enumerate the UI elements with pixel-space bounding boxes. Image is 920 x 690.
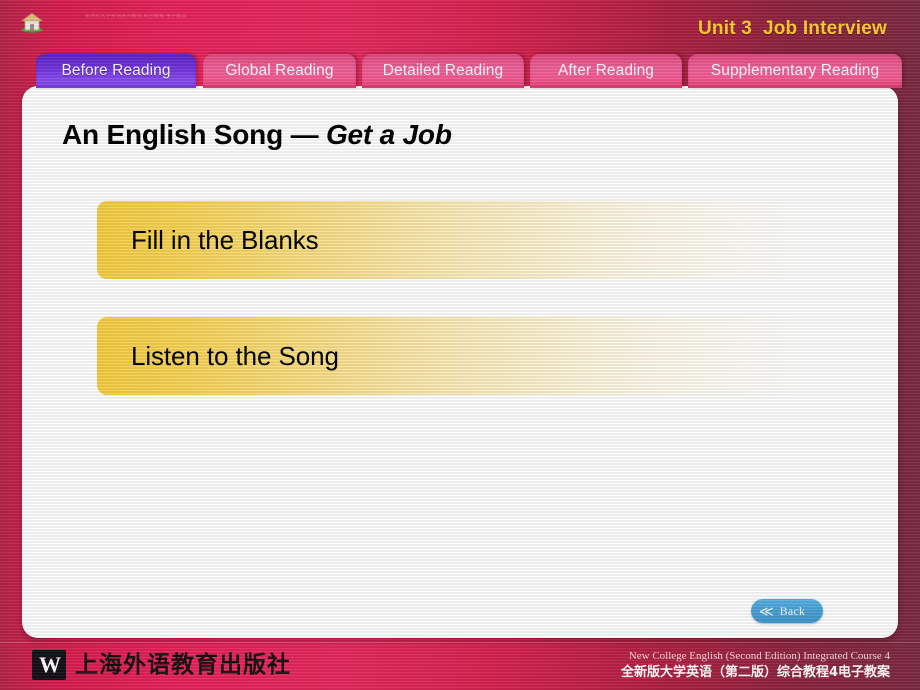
sflep-logo-icon: W — [32, 650, 66, 680]
publisher-name: 上海外语教育出版社 — [75, 652, 291, 678]
content-panel: An English Song — Get a Job Fill in the … — [22, 86, 898, 638]
tab-detailed-reading[interactable]: Detailed Reading — [362, 54, 524, 88]
slide-footer: W 上海外语教育出版社 New College English (Second … — [0, 642, 920, 690]
tab-label: Before Reading — [61, 62, 171, 79]
tab-label: Supplementary Reading — [710, 62, 880, 79]
section-heading: An English Song — Get a Job — [62, 119, 452, 151]
logo-mark-letter: W — [39, 652, 61, 677]
fill-in-the-blanks-button[interactable]: Fill in the Blanks — [97, 201, 803, 279]
footer-divider — [0, 642, 920, 643]
tab-bar: Before Reading Global Reading Detailed R… — [0, 54, 920, 88]
course-caption: New College English (Second Edition) Int… — [621, 649, 890, 682]
tab-label: Global Reading — [225, 62, 334, 79]
back-button-label: Back — [779, 603, 806, 618]
tab-label: Detailed Reading — [382, 62, 504, 79]
section-heading-plain: An English Song — — [62, 119, 326, 150]
tab-label: After Reading — [557, 62, 655, 79]
slide-header: 新世纪大学英语系列教材 综合教程 电子教案 Unit 3 Job Intervie… — [0, 0, 920, 50]
home-icon[interactable] — [19, 11, 45, 33]
slide-stage: 新世纪大学英语系列教材 综合教程 电子教案 Unit 3 Job Intervie… — [0, 0, 920, 690]
listen-to-the-song-button[interactable]: Listen to the Song — [97, 317, 803, 395]
unit-topic: Job Interview — [762, 18, 887, 39]
double-chevron-left-icon: ≪ — [759, 603, 774, 619]
menu-button-label: Listen to the Song — [131, 340, 339, 371]
tab-supplementary-reading[interactable]: Supplementary Reading — [688, 54, 902, 88]
publisher-logo: W 上海外语教育出版社 — [32, 650, 291, 680]
tab-before-reading[interactable]: Before Reading — [36, 54, 196, 88]
tab-global-reading[interactable]: Global Reading — [203, 54, 356, 88]
section-heading-song: Get a Job — [325, 119, 452, 150]
unit-number: Unit 3 — [697, 18, 752, 39]
back-button[interactable]: ≪ Back — [751, 599, 823, 623]
page-title: Unit 3 Job Interview — [698, 18, 887, 40]
faint-strapline: 新世纪大学英语系列教材 综合教程 电子教案 — [85, 14, 187, 19]
course-title-en: New College English (Second Edition) Int… — [628, 650, 890, 662]
menu-button-label: Fill in the Blanks — [131, 224, 319, 255]
tab-after-reading[interactable]: After Reading — [530, 54, 682, 88]
course-title-cn: 全新版大学英语（第二版）综合教程4电子教案 — [620, 665, 890, 680]
